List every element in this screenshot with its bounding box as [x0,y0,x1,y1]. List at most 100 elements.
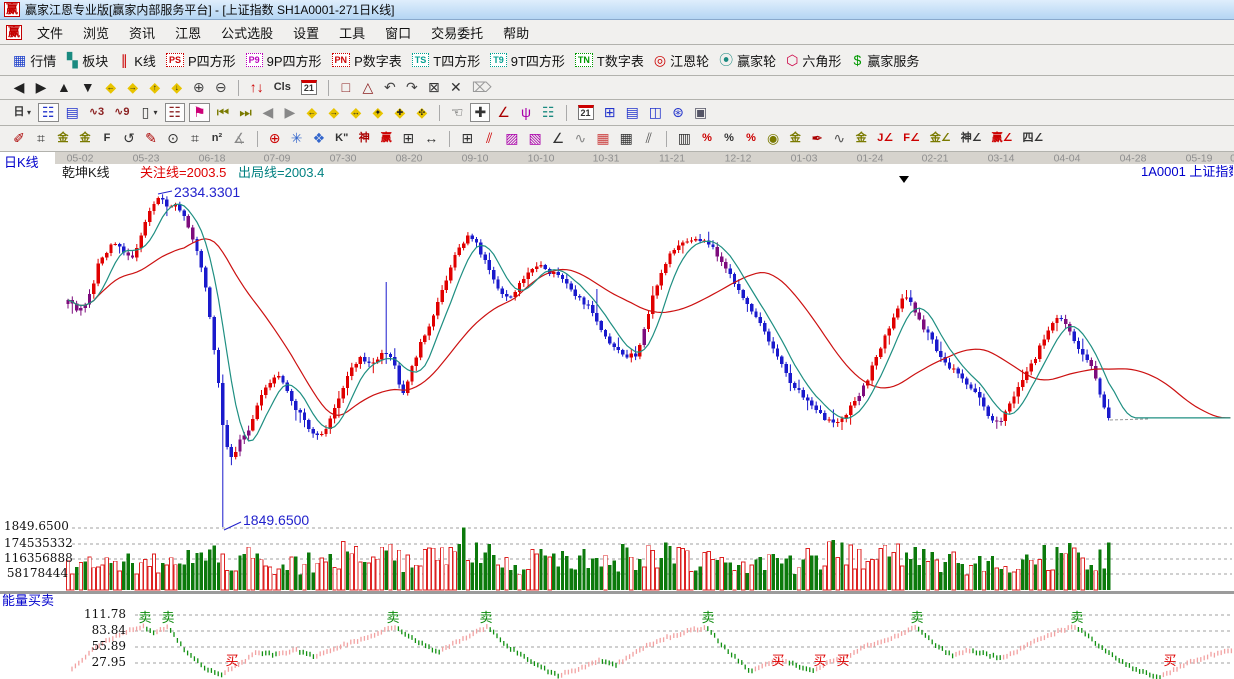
box-x-button[interactable]: ⊠ [425,79,443,96]
zoom-in-button[interactable]: ⊕ [190,79,208,96]
print-button[interactable]: ▣ [691,104,710,121]
candle-type-button[interactable]: ▯▾ [137,104,161,121]
menu-tools[interactable]: 工具 [329,24,375,43]
diamond-all-button[interactable]: ◆✣ [413,104,431,121]
percent-button[interactable]: % [720,130,738,147]
menu-file[interactable]: 文件 [27,24,73,43]
grid-web-button[interactable]: ❖ [310,130,329,147]
p9-square-button[interactable]: P99P四方形 [243,50,325,71]
h-span-button[interactable]: ↔ [421,130,441,147]
t-square-button[interactable]: TST四方形 [409,50,483,71]
calculator-button[interactable]: ⊞ [601,104,619,121]
volume-flag-button[interactable]: ⚑ [189,103,210,122]
brush-button[interactable]: ✐ [10,130,28,147]
grid-red-button[interactable]: ▦ [593,130,612,147]
menu-gann[interactable]: 江恩 [165,24,211,43]
box-diag-button[interactable]: ▨ [502,130,521,147]
kline-note-button[interactable]: ▤ [63,104,82,121]
clear-drawings-button[interactable]: ⌦ [469,79,495,96]
j-angle-button[interactable]: J∠ [874,130,896,147]
grid-dark-button[interactable]: ▦ [617,130,636,147]
t9-square-button[interactable]: T99T四方形 [487,50,568,71]
qiankun-pattern-button[interactable]: ☷ [38,103,59,122]
gold-angle-button[interactable]: 金∠ [927,130,954,147]
go-next-button[interactable]: ▶ [281,104,299,121]
crosshair-button[interactable]: ✚ [470,103,490,122]
time-cycle-button[interactable]: ⊙ [164,130,182,147]
diamond-expand-button[interactable]: ◆✦ [369,104,387,121]
nav-last-button[interactable]: ▶ [32,79,50,96]
four-angle-button[interactable]: 四∠ [1019,130,1046,147]
box-measure-button[interactable]: ⊞ [458,130,476,147]
fence-f-button[interactable]: F [98,130,116,147]
diag-lines-button[interactable]: ⫽ [640,130,658,147]
k-note-button[interactable]: K" [332,130,351,147]
nav-first-button[interactable]: ◀ [10,79,28,96]
v-wave-button[interactable]: ∿ [571,130,589,147]
pattern-teal-button[interactable]: ☷ [539,104,558,121]
nav-up-button[interactable]: ▲ [54,79,74,96]
diamond-lr-button[interactable]: ◆↔ [347,104,365,121]
menu-trade-order[interactable]: 交易委托 [421,24,493,43]
menu-formula-stock-pick[interactable]: 公式选股 [211,24,283,43]
star-web-button[interactable]: ✳ [288,130,306,147]
go-last-button[interactable]: ⏭ [236,104,255,121]
notes-button[interactable]: ▤ [623,104,642,121]
hexagon-button[interactable]: ⬡六角形 [783,50,844,71]
spiral-button[interactable]: ↺ [120,130,138,147]
shrink-tool-button[interactable]: ✕ [447,79,465,96]
fence-gold-button[interactable]: 金 [54,130,72,147]
angle-measure-button[interactable]: ∠ [494,104,513,121]
diamond-left-button[interactable]: ◆← [303,104,321,121]
win-box-button[interactable]: 赢 [377,130,395,147]
n-squared-button[interactable]: n² [208,130,226,147]
wave-3-button[interactable]: ∿3 [86,104,107,121]
go-first-button[interactable]: ⏮ [214,104,233,121]
wave-band-button[interactable]: ∿ [830,130,848,147]
fork-tool-button[interactable]: ψ [517,104,535,121]
hand-drag-button[interactable]: ☜ [448,104,467,121]
percent-line-button[interactable]: % [742,130,760,147]
pattern-red-button[interactable]: ☷ [165,103,186,122]
win-angle-button[interactable]: 赢∠ [989,130,1016,147]
rotate-left-button[interactable]: ↶ [381,79,399,96]
winner-service-button[interactable]: $赢家服务 [848,50,922,71]
menu-window[interactable]: 窗口 [375,24,421,43]
nav-down-button[interactable]: ▼ [78,79,98,96]
gold-circle-button[interactable]: ◉ [764,130,782,147]
zoom-out-button[interactable]: ⊖ [212,79,230,96]
percent-chart-button[interactable]: ▥ [675,130,694,147]
indicator-name[interactable]: 能量买卖 [2,594,54,608]
fence2-button[interactable]: ⌗ [186,130,204,147]
grid-123-button[interactable]: ⊞ [399,130,417,147]
pen-ruler-button[interactable]: ✎ [142,130,160,147]
ray-fan-button[interactable]: ⫽ [480,130,498,147]
fence-shen-button[interactable]: 神 [355,130,373,147]
sectors-button[interactable]: ▚板块 [63,50,111,71]
box-diag2-button[interactable]: ▧ [526,130,545,147]
gann-diamond-left-button[interactable]: ◆← [102,79,120,96]
gann-wheel-button[interactable]: ◎江恩轮 [651,50,712,71]
fence-button[interactable]: ⌗ [32,130,50,147]
gold-band-button[interactable]: 金 [852,130,870,147]
updown-arrows-button[interactable]: ↑↓ [247,79,267,96]
calendar-button[interactable]: 21 [298,79,320,96]
diamond-cross-button[interactable]: ◆✚ [391,104,409,121]
shen-angle-button[interactable]: 神∠ [958,130,985,147]
p-number-table-button[interactable]: PNP数字表 [329,50,405,71]
gann-diamond-down-button[interactable]: ◆↓ [168,79,186,96]
chart-canvas[interactable]: 05-0205-2306-1807-0907-3008-2009-1010-10… [0,152,1234,679]
save-button[interactable]: ◫ [646,104,665,121]
calendar-21-button[interactable]: 21 [575,104,597,121]
kline-button[interactable]: ∥K线 [115,50,159,71]
menu-news[interactable]: 资讯 [119,24,165,43]
angle-lines-button[interactable]: ∠ [549,130,568,147]
percent-t-button[interactable]: % [698,130,716,147]
gann-diamond-up-button[interactable]: ◆↑ [146,79,164,96]
f-angle-button[interactable]: F∠ [900,130,923,147]
diamond-right-button[interactable]: ◆→ [325,104,343,121]
kline-period-button[interactable]: 日▾ [10,104,34,121]
menu-settings[interactable]: 设置 [283,24,329,43]
menu-browse[interactable]: 浏览 [73,24,119,43]
menu-help[interactable]: 帮助 [493,24,539,43]
